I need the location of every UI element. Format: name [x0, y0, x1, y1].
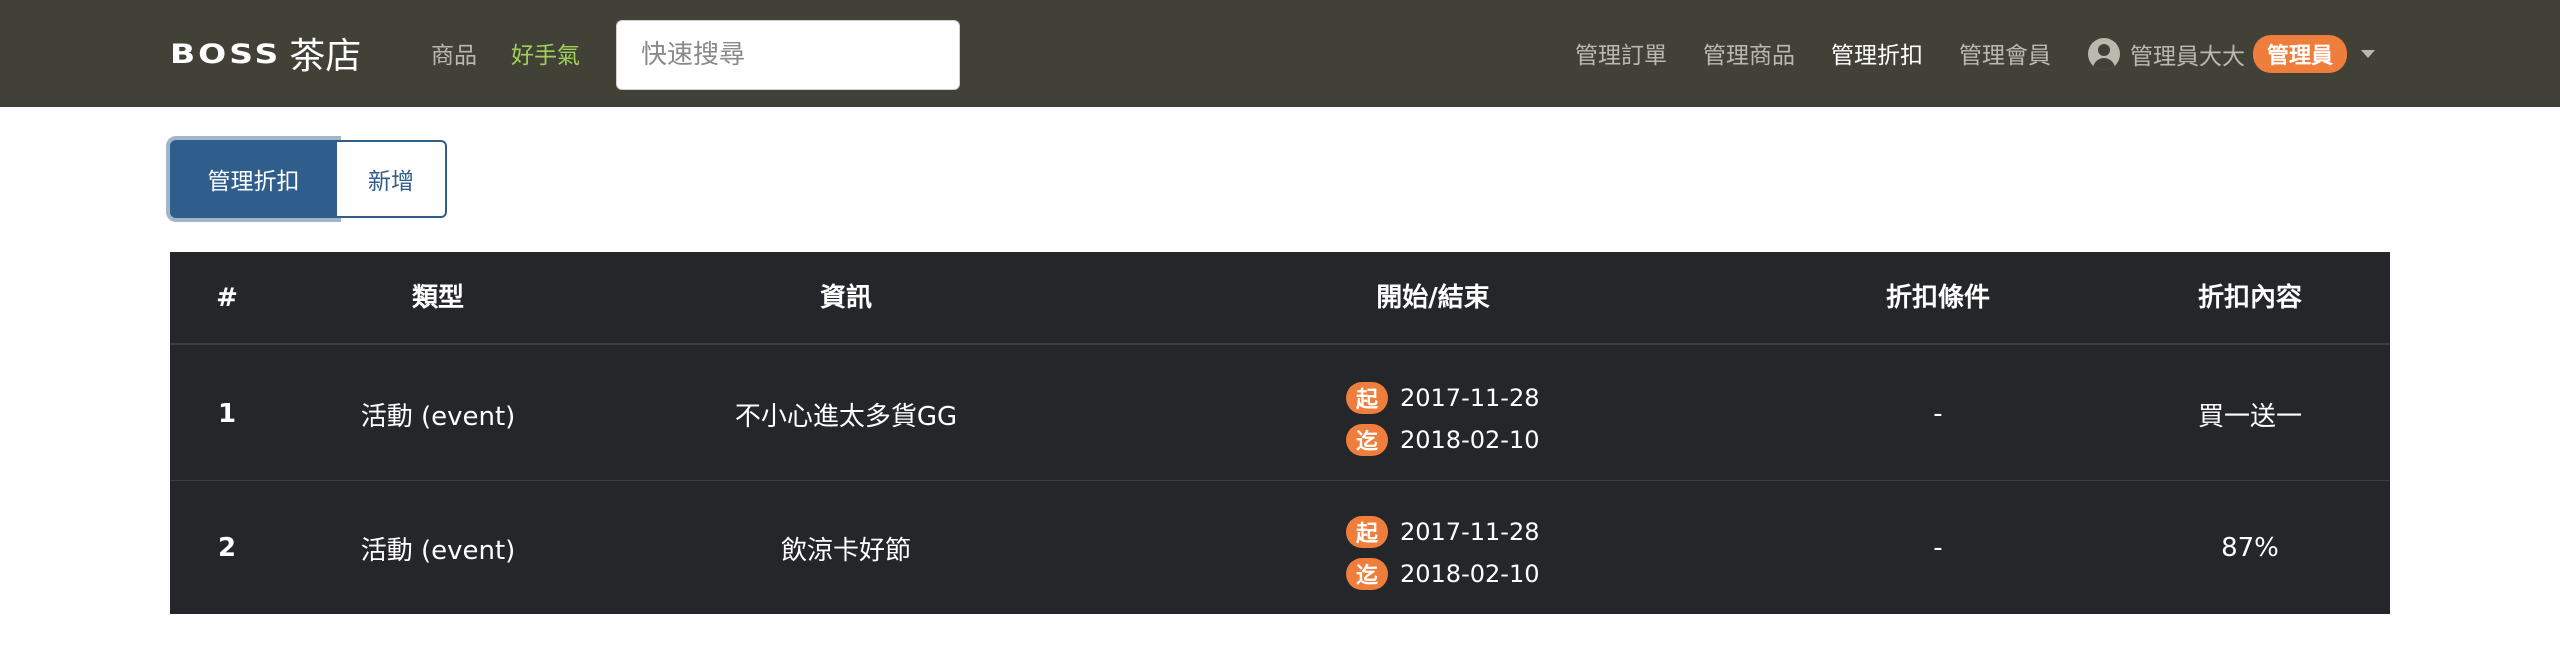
nav-link-manage-orders[interactable]: 管理訂單 [1575, 36, 1667, 70]
top-navbar: BOSS 茶店 商品 好手氣 管理訂單 管理商品 管理折扣 管理會員 管理員大大… [0, 0, 2560, 107]
caret-down-icon [2361, 50, 2376, 58]
user-menu-toggle[interactable]: 管理員大大 管理員 [2088, 34, 2376, 74]
cell-number: 2 [217, 533, 237, 563]
cell-condition: - [1933, 399, 1943, 429]
cell-type: 活動 (event) [360, 535, 516, 566]
cell-start-end: 起 2017-11-28 迄 2018-02-10 [1346, 511, 1539, 595]
cell-number: 1 [217, 399, 237, 429]
table-header: # 類型 資訊 開始/結束 折扣條件 折扣內容 [170, 252, 2390, 345]
header-start-end: 開始/結束 [1376, 283, 1490, 313]
cell-type: 活動 (event) [360, 401, 516, 432]
cell-info: 不小心進太多貨GG [734, 401, 958, 432]
nav-link-lucky[interactable]: 好手氣 [511, 36, 580, 70]
cell-start-end: 起 2017-11-28 迄 2018-02-10 [1346, 377, 1539, 461]
header-condition: 折扣條件 [1885, 283, 1991, 313]
end-date: 2018-02-10 [1400, 426, 1540, 454]
user-avatar-icon [2088, 38, 2120, 70]
start-date: 2017-11-28 [1400, 384, 1540, 412]
header-number: # [216, 283, 238, 313]
cell-content: 87% [2221, 533, 2279, 563]
user-name: 管理員大大 [2130, 44, 2245, 70]
table-row[interactable]: 2 活動 (event) 飲涼卡好節 起 2017-11-28 迄 2018-0… [170, 481, 2390, 615]
end-badge: 迄 [1346, 424, 1388, 456]
search-input[interactable] [616, 20, 960, 90]
end-date-line: 迄 2018-02-10 [1346, 419, 1539, 461]
discount-table: # 類型 資訊 開始/結束 折扣條件 折扣內容 1 活動 (event) 不小心… [170, 252, 2390, 614]
nav-link-manage-products[interactable]: 管理商品 [1703, 36, 1795, 70]
start-date-line: 起 2017-11-28 [1346, 511, 1539, 553]
brand-name-en: BOSS [170, 37, 282, 69]
nav-link-manage-discounts[interactable]: 管理折扣 [1831, 36, 1923, 70]
end-badge: 迄 [1346, 558, 1388, 590]
start-badge: 起 [1346, 382, 1388, 414]
nav-link-products[interactable]: 商品 [431, 36, 477, 70]
cell-content: 買一送一 [2197, 401, 2303, 432]
header-info: 資訊 [819, 283, 873, 313]
user-role-badge: 管理員 [2253, 35, 2348, 73]
tab-add-discount[interactable]: 新增 [337, 140, 447, 218]
tab-button-group: 管理折扣 新增 [170, 140, 447, 218]
start-badge: 起 [1346, 516, 1388, 548]
tab-manage-discounts[interactable]: 管理折扣 [170, 140, 337, 218]
brand-logo[interactable]: BOSS 茶店 [170, 31, 361, 77]
header-content: 折扣內容 [2197, 283, 2303, 313]
start-date: 2017-11-28 [1400, 518, 1540, 546]
cell-condition: - [1933, 533, 1943, 563]
cell-info: 飲涼卡好節 [780, 535, 912, 566]
brand-name-zh: 茶店 [289, 36, 362, 77]
table-row[interactable]: 1 活動 (event) 不小心進太多貨GG 起 2017-11-28 迄 20… [170, 347, 2390, 481]
header-type: 類型 [411, 283, 465, 313]
end-date-line: 迄 2018-02-10 [1346, 553, 1539, 595]
end-date: 2018-02-10 [1400, 560, 1540, 588]
nav-link-manage-members[interactable]: 管理會員 [1959, 36, 2051, 70]
start-date-line: 起 2017-11-28 [1346, 377, 1539, 419]
